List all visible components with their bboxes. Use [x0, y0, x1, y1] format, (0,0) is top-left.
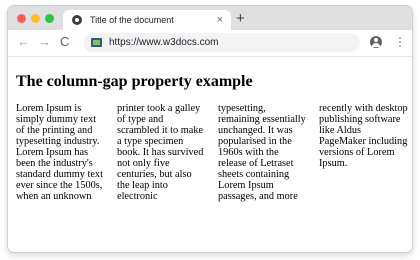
minimize-window-button[interactable]: [31, 14, 40, 23]
browser-window: Title of the document × + ← → C https://…: [8, 6, 412, 252]
page-content: The column-gap property example Lorem Ip…: [8, 73, 412, 223]
new-tab-button[interactable]: +: [236, 11, 245, 26]
maximize-window-button[interactable]: [45, 14, 54, 23]
profile-icon[interactable]: [370, 36, 382, 48]
page-title: The column-gap property example: [16, 73, 253, 90]
browser-tab[interactable]: Title of the document ×: [63, 10, 231, 30]
address-bar[interactable]: https://www.w3docs.com: [83, 33, 360, 52]
back-arrow-icon[interactable]: ←: [17, 35, 30, 48]
tab-close-icon[interactable]: ×: [217, 14, 223, 26]
reload-icon[interactable]: C: [60, 35, 69, 48]
site-favicon-icon: [91, 38, 102, 47]
forward-arrow-icon[interactable]: →: [38, 35, 51, 48]
url-text[interactable]: https://www.w3docs.com: [109, 37, 218, 48]
close-window-button[interactable]: [17, 14, 26, 23]
kebab-menu-icon[interactable]: ⋮: [394, 36, 406, 48]
multi-column-text: Lorem Ipsum is simply dummy text of the …: [16, 103, 408, 202]
tab-title: Title of the document: [90, 15, 174, 25]
title-bar: Title of the document × +: [8, 6, 412, 30]
globe-icon: [72, 15, 82, 25]
browser-toolbar: ← → C https://www.w3docs.com ⋮: [8, 30, 412, 57]
